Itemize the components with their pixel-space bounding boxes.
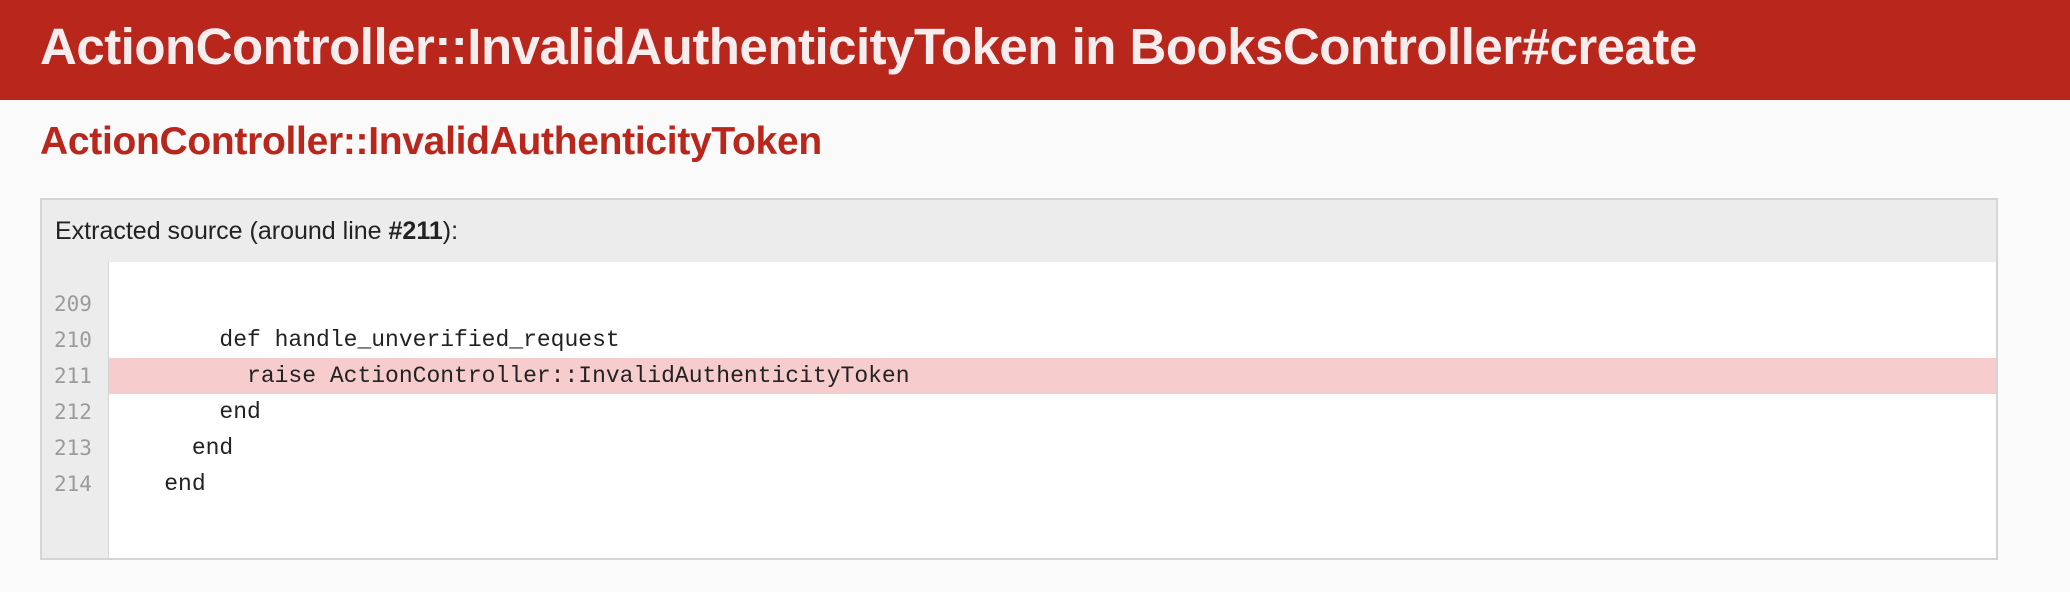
source-label-suffix: ): bbox=[442, 217, 459, 245]
line-number: 213 bbox=[54, 436, 92, 460]
line-number: 211 bbox=[54, 364, 92, 388]
code-line: end bbox=[109, 435, 234, 461]
code-listing: def handle_unverified_request raise Acti… bbox=[108, 262, 1996, 558]
code-line: end bbox=[109, 471, 206, 497]
extracted-source-panel: Extracted source (around line #211): 209… bbox=[40, 198, 1998, 560]
error-header: ActionController::InvalidAuthenticityTok… bbox=[0, 0, 2070, 100]
line-number: 209 bbox=[54, 292, 92, 316]
source-label-line: #211 bbox=[388, 217, 443, 245]
exception-name: ActionController::InvalidAuthenticityTok… bbox=[40, 120, 822, 163]
line-number: 212 bbox=[54, 400, 92, 424]
code-line-highlighted: raise ActionController::InvalidAuthentic… bbox=[109, 358, 1996, 394]
source-label-prefix: Extracted source (around line bbox=[55, 217, 389, 245]
code-line: end bbox=[109, 399, 261, 425]
line-number-gutter: 209 210 211 212 213 214 bbox=[42, 262, 108, 558]
code-line: def handle_unverified_request bbox=[109, 327, 620, 353]
error-title: ActionController::InvalidAuthenticityTok… bbox=[40, 18, 1697, 75]
line-number: 210 bbox=[54, 328, 92, 352]
source-header: Extracted source (around line #211): bbox=[42, 200, 1996, 262]
line-number: 214 bbox=[54, 472, 92, 496]
source-body: 209 210 211 212 213 214 def handle_unver… bbox=[42, 262, 1996, 558]
